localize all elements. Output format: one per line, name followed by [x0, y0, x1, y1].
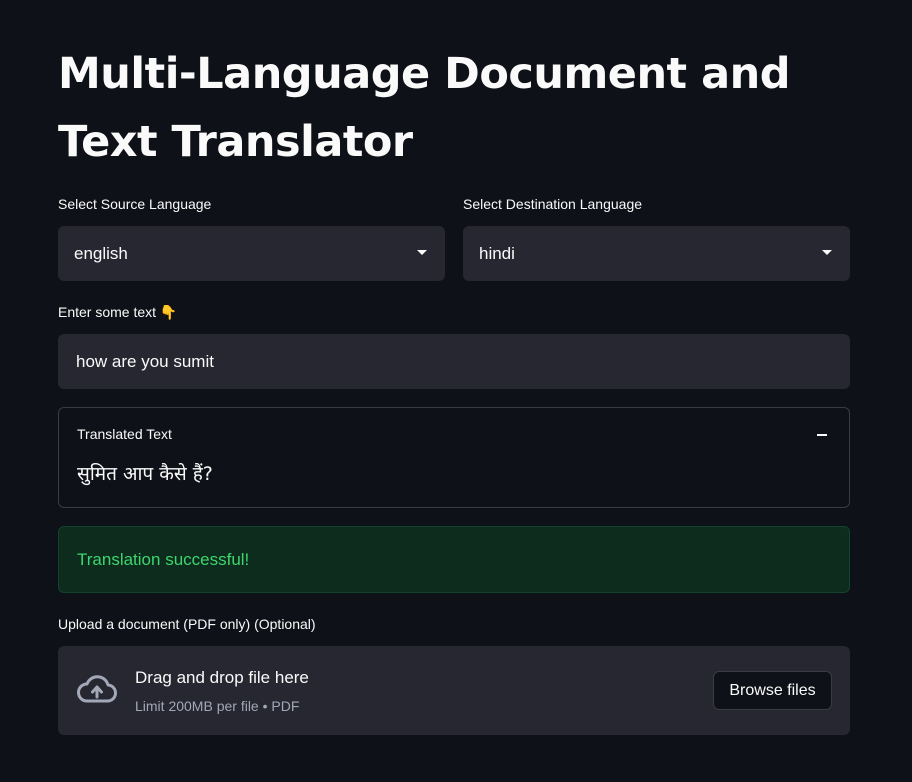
main-container: Multi-Language Document and Text Transla…	[0, 0, 912, 782]
chevron-down-icon	[417, 250, 427, 255]
translated-text: सुमित आप कैसे हैं?	[77, 463, 213, 485]
source-language-select[interactable]: english	[58, 226, 445, 281]
collapse-icon[interactable]	[817, 434, 827, 436]
chevron-down-icon	[822, 250, 832, 255]
success-message: Translation successful!	[77, 549, 250, 569]
file-dropzone[interactable]: Drag and drop file here Limit 200MB per …	[58, 646, 850, 735]
success-alert: Translation successful!	[58, 526, 850, 593]
destination-language-value: hindi	[479, 243, 515, 263]
source-language-value: english	[74, 243, 128, 263]
destination-language-select[interactable]: hindi	[463, 226, 850, 281]
text-input[interactable]: how are you sumit	[58, 334, 850, 389]
destination-language-label: Select Destination Language	[463, 196, 643, 212]
dropzone-instructions: Drag and drop file here	[135, 668, 309, 687]
browse-files-button[interactable]: Browse files	[713, 671, 832, 710]
text-input-label: Enter some text 👇	[58, 304, 178, 320]
text-input-value: how are you sumit	[76, 351, 214, 371]
cloud-upload-icon	[77, 675, 117, 703]
expander-title: Translated Text	[77, 426, 172, 442]
source-language-label: Select Source Language	[58, 196, 212, 212]
dropzone-limit: Limit 200MB per file • PDF	[135, 698, 300, 714]
uploader-label: Upload a document (PDF only) (Optional)	[58, 616, 316, 632]
page-title: Multi-Language Document and Text Transla…	[58, 49, 791, 167]
translated-text-expander[interactable]: Translated Text सुमित आप कैसे हैं?	[58, 407, 850, 508]
